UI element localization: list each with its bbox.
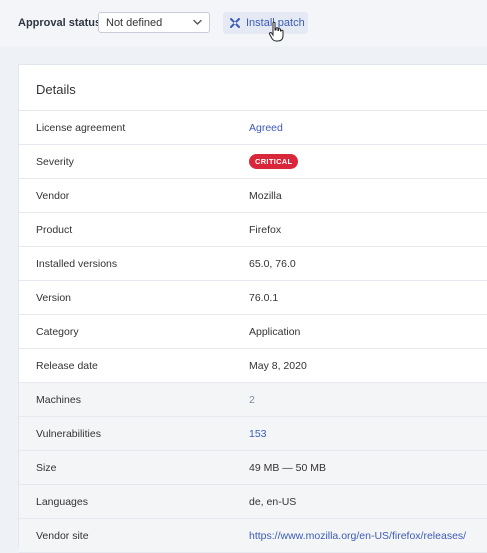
table-row: Installed versions 65.0, 76.0 xyxy=(19,247,487,281)
row-label: Severity xyxy=(36,156,74,168)
vulnerabilities-link[interactable]: 153 xyxy=(249,428,267,440)
vendor-site-link[interactable]: https://www.mozilla.org/en-US/firefox/re… xyxy=(249,530,466,542)
install-patch-button[interactable]: Install patch xyxy=(223,12,308,34)
toolbar: Approval status Not defined Install patc… xyxy=(0,0,487,46)
machines-link[interactable]: 2 xyxy=(249,394,255,406)
table-row: Vendor site https://www.mozilla.org/en-U… xyxy=(19,519,487,553)
table-row: Severity CRITICAL xyxy=(19,145,487,179)
row-value: Application xyxy=(249,326,301,338)
patch-icon xyxy=(230,18,240,28)
approval-status-value: Not defined xyxy=(106,17,163,29)
table-row: Vulnerabilities 153 xyxy=(19,417,487,451)
row-label: Installed versions xyxy=(36,258,118,270)
row-label: Category xyxy=(36,326,79,338)
approval-status-label: Approval status xyxy=(18,17,102,29)
table-row: Product Firefox xyxy=(19,213,487,247)
row-value: May 8, 2020 xyxy=(249,360,307,372)
license-agreement-link[interactable]: Agreed xyxy=(249,122,283,134)
row-value: 49 MB — 50 MB xyxy=(249,462,327,474)
table-row: Version 76.0.1 xyxy=(19,281,487,315)
table-row: Release date May 8, 2020 xyxy=(19,349,487,383)
table-row: Category Application xyxy=(19,315,487,349)
details-title: Details xyxy=(36,82,76,97)
row-label: Vulnerabilities xyxy=(36,428,101,440)
row-label: Vendor site xyxy=(36,530,89,542)
row-value: 76.0.1 xyxy=(249,292,279,304)
details-table: License agreement Agreed Severity CRITIC… xyxy=(19,111,487,553)
table-row: Vendor Mozilla xyxy=(19,179,487,213)
row-label: License agreement xyxy=(36,122,126,134)
chevron-down-icon xyxy=(193,19,202,25)
table-row: Languages de, en-US xyxy=(19,485,487,519)
row-label: Product xyxy=(36,224,73,236)
row-label: Release date xyxy=(36,360,98,372)
row-value: Firefox xyxy=(249,224,282,236)
row-label: Size xyxy=(36,462,57,474)
row-label: Languages xyxy=(36,496,88,508)
table-row: Machines 2 xyxy=(19,383,487,417)
row-value: de, en-US xyxy=(249,496,297,508)
details-panel: Details License agreement Agreed Severit… xyxy=(18,64,487,553)
hand-cursor-icon xyxy=(268,21,284,42)
row-value: Mozilla xyxy=(249,190,282,202)
row-label: Version xyxy=(36,292,72,304)
row-label: Machines xyxy=(36,394,81,406)
row-value: 65.0, 76.0 xyxy=(249,258,296,270)
severity-badge: CRITICAL xyxy=(249,154,299,169)
table-row: Size 49 MB — 50 MB xyxy=(19,451,487,485)
approval-status-select[interactable]: Not defined xyxy=(98,12,210,33)
table-row: License agreement Agreed xyxy=(19,111,487,145)
row-label: Vendor xyxy=(36,190,70,202)
